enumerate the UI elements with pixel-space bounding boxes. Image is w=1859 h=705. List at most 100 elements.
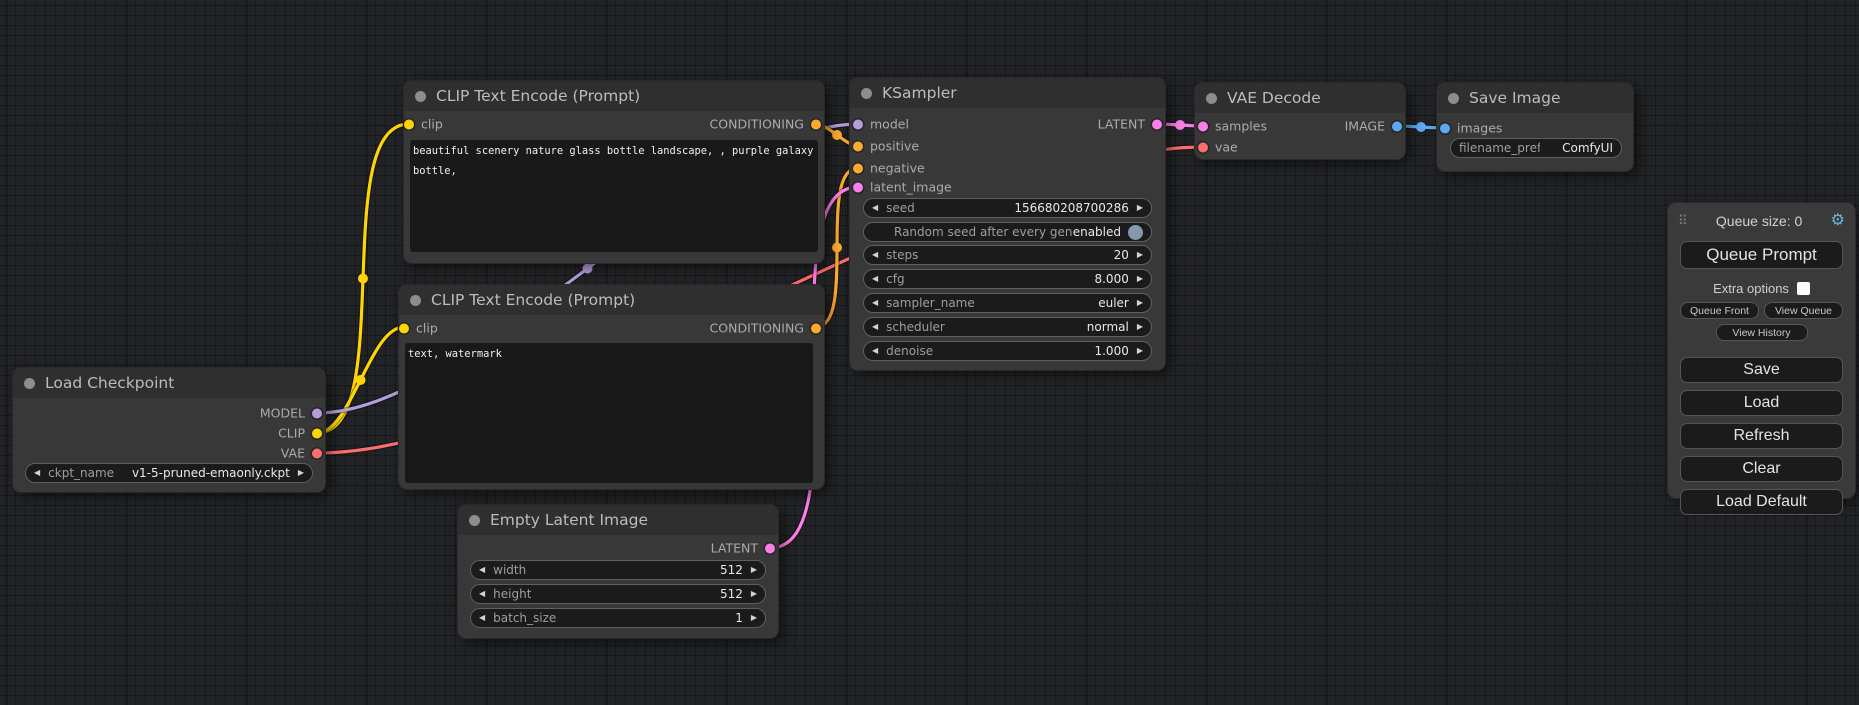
input-vae[interactable]: vae	[1198, 140, 1238, 155]
output-image[interactable]: IMAGE	[1345, 119, 1402, 134]
output-latent[interactable]: LATENT	[1098, 117, 1162, 132]
load-button[interactable]: Load	[1680, 390, 1843, 416]
cfg-widget[interactable]: ◀ cfg 8.000 ▶	[863, 269, 1152, 289]
input-clip[interactable]: clip	[404, 117, 443, 132]
sampler-name-widget[interactable]: ◀ sampler_name euler ▶	[863, 293, 1152, 313]
increment-arrow-icon[interactable]: ▶	[1137, 251, 1143, 259]
decrement-arrow-icon[interactable]: ◀	[479, 614, 485, 622]
random-seed-toggle-widget[interactable]: Random seed after every gen enabled	[863, 222, 1152, 242]
height-widget[interactable]: ◀ height 512 ▶	[470, 584, 766, 604]
next-value-arrow-icon[interactable]: ▶	[1137, 323, 1143, 331]
node-vae-decode[interactable]: VAE Decode samples vae IMAGE	[1195, 83, 1405, 159]
output-conditioning[interactable]: CONDITIONING	[710, 321, 821, 336]
node-title-bar[interactable]: KSampler	[850, 78, 1165, 108]
clip-port-dot[interactable]	[404, 119, 414, 129]
decrement-arrow-icon[interactable]: ◀	[872, 251, 878, 259]
model-port-dot[interactable]	[853, 119, 863, 129]
vae-port-dot[interactable]	[1198, 142, 1208, 152]
collapse-dot-icon[interactable]	[861, 88, 872, 99]
latent-port-dot[interactable]	[1152, 119, 1162, 129]
output-conditioning[interactable]: CONDITIONING	[710, 117, 821, 132]
image-port-dot[interactable]	[1392, 121, 1402, 131]
increment-arrow-icon[interactable]: ▶	[751, 614, 757, 622]
load-default-button[interactable]: Load Default	[1680, 489, 1843, 515]
node-empty-latent-image[interactable]: Empty Latent Image LATENT ◀ width 512 ▶ …	[458, 505, 778, 638]
latent-port-dot[interactable]	[1198, 121, 1208, 131]
node-clip-text-encode-positive[interactable]: CLIP Text Encode (Prompt) clip CONDITION…	[404, 81, 824, 263]
queue-front-button[interactable]: Queue Front	[1680, 302, 1759, 319]
negative-prompt-textarea[interactable]: text, watermark	[405, 343, 813, 483]
view-history-button[interactable]: View History	[1716, 324, 1808, 341]
refresh-button[interactable]: Refresh	[1680, 423, 1843, 449]
clip-port-dot[interactable]	[399, 323, 409, 333]
prev-value-arrow-icon[interactable]: ◀	[34, 469, 40, 477]
increment-arrow-icon[interactable]: ▶	[1137, 347, 1143, 355]
output-clip[interactable]: CLIP	[278, 426, 322, 441]
next-value-arrow-icon[interactable]: ▶	[298, 469, 304, 477]
collapse-dot-icon[interactable]	[469, 515, 480, 526]
scheduler-widget[interactable]: ◀ scheduler normal ▶	[863, 317, 1152, 337]
denoise-widget[interactable]: ◀ denoise 1.000 ▶	[863, 341, 1152, 361]
steps-widget[interactable]: ◀ steps 20 ▶	[863, 245, 1152, 265]
clear-button[interactable]: Clear	[1680, 456, 1843, 482]
conditioning-port-dot[interactable]	[853, 163, 863, 173]
increment-arrow-icon[interactable]: ▶	[1137, 275, 1143, 283]
drag-handle-icon[interactable]: ⠿	[1678, 213, 1688, 229]
decrement-arrow-icon[interactable]: ◀	[479, 590, 485, 598]
node-load-checkpoint[interactable]: Load Checkpoint MODEL CLIP VAE ◀ ckpt_na…	[13, 368, 325, 492]
increment-arrow-icon[interactable]: ▶	[1137, 204, 1143, 212]
image-port-dot[interactable]	[1440, 123, 1450, 133]
increment-arrow-icon[interactable]: ▶	[751, 590, 757, 598]
collapse-dot-icon[interactable]	[24, 378, 35, 389]
node-title-bar[interactable]: VAE Decode	[1195, 83, 1405, 113]
output-model[interactable]: MODEL	[260, 406, 322, 421]
collapse-dot-icon[interactable]	[1448, 93, 1459, 104]
node-title-bar[interactable]: Save Image	[1437, 83, 1633, 113]
node-title-bar[interactable]: CLIP Text Encode (Prompt)	[399, 285, 824, 315]
decrement-arrow-icon[interactable]: ◀	[872, 204, 878, 212]
output-latent[interactable]: LATENT	[711, 541, 775, 556]
extra-options-checkbox[interactable]	[1797, 282, 1810, 295]
node-title-bar[interactable]: Load Checkpoint	[13, 368, 325, 398]
node-save-image[interactable]: Save Image images filename_prefix ComfyU…	[1437, 83, 1633, 171]
output-vae[interactable]: VAE	[281, 446, 322, 461]
collapse-dot-icon[interactable]	[415, 91, 426, 102]
view-queue-button[interactable]: View Queue	[1764, 302, 1843, 319]
filename-prefix-widget[interactable]: filename_prefix ComfyUI	[1450, 138, 1622, 158]
collapse-dot-icon[interactable]	[410, 295, 421, 306]
clip-port-dot[interactable]	[312, 428, 322, 438]
width-widget[interactable]: ◀ width 512 ▶	[470, 560, 766, 580]
toggle-on-icon[interactable]	[1128, 225, 1143, 240]
settings-gear-icon[interactable]: ⚙	[1831, 213, 1845, 229]
node-clip-text-encode-negative[interactable]: CLIP Text Encode (Prompt) clip CONDITION…	[399, 285, 824, 489]
queue-prompt-button[interactable]: Queue Prompt	[1680, 241, 1843, 269]
prev-value-arrow-icon[interactable]: ◀	[872, 323, 878, 331]
input-images[interactable]: images	[1440, 121, 1502, 136]
latent-port-dot[interactable]	[765, 543, 775, 553]
seed-widget[interactable]: ◀ seed 156680208700286 ▶	[863, 198, 1152, 218]
input-clip[interactable]: clip	[399, 321, 438, 336]
batch-size-widget[interactable]: ◀ batch_size 1 ▶	[470, 608, 766, 628]
conditioning-port-dot[interactable]	[811, 119, 821, 129]
save-button[interactable]: Save	[1680, 357, 1843, 383]
conditioning-port-dot[interactable]	[853, 141, 863, 151]
latent-port-dot[interactable]	[853, 182, 863, 192]
input-model[interactable]: model	[853, 117, 909, 132]
node-title-bar[interactable]: Empty Latent Image	[458, 505, 778, 535]
input-latent-image[interactable]: latent_image	[853, 180, 952, 195]
node-title-bar[interactable]: CLIP Text Encode (Prompt)	[404, 81, 824, 111]
vae-port-dot[interactable]	[312, 448, 322, 458]
conditioning-port-dot[interactable]	[811, 323, 821, 333]
increment-arrow-icon[interactable]: ▶	[751, 566, 757, 574]
ckpt-name-widget[interactable]: ◀ ckpt_name v1-5-pruned-emaonly.ckpt ▶	[25, 463, 313, 483]
positive-prompt-textarea[interactable]: beautiful scenery nature glass bottle la…	[410, 140, 818, 252]
input-samples[interactable]: samples	[1198, 119, 1267, 134]
input-positive[interactable]: positive	[853, 139, 919, 154]
decrement-arrow-icon[interactable]: ◀	[872, 347, 878, 355]
next-value-arrow-icon[interactable]: ▶	[1137, 299, 1143, 307]
input-negative[interactable]: negative	[853, 161, 925, 176]
prev-value-arrow-icon[interactable]: ◀	[872, 299, 878, 307]
model-port-dot[interactable]	[312, 408, 322, 418]
collapse-dot-icon[interactable]	[1206, 93, 1217, 104]
decrement-arrow-icon[interactable]: ◀	[479, 566, 485, 574]
